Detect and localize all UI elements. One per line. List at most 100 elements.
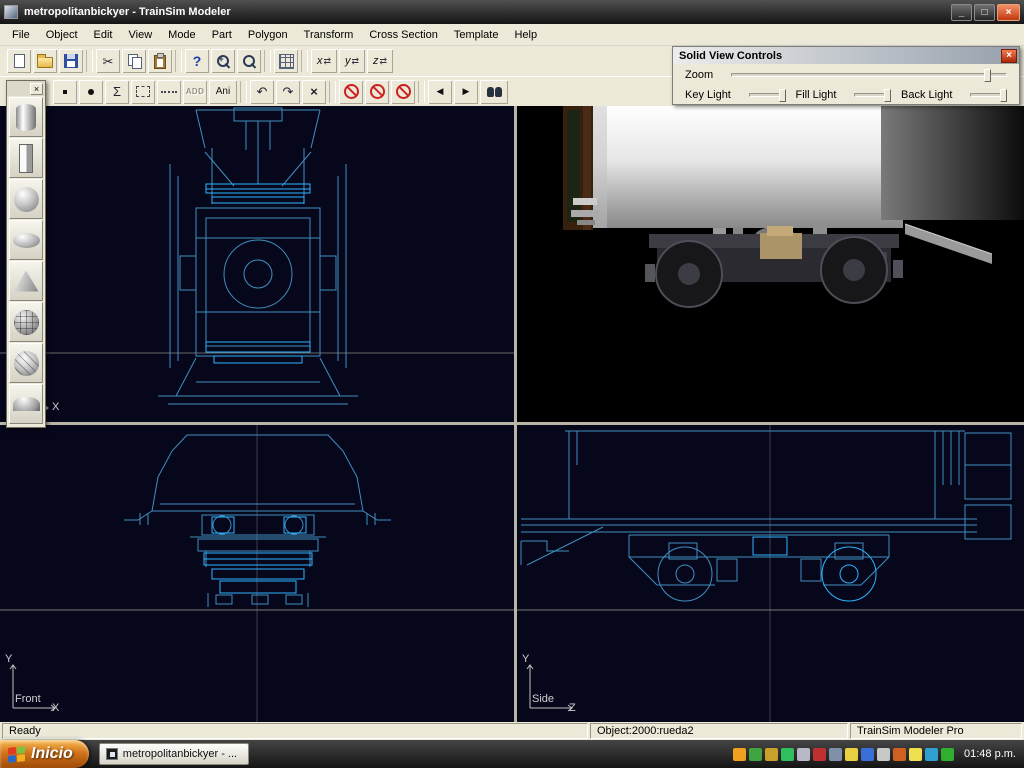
point-large-button[interactable] [79,80,103,104]
primitive-cone-button[interactable] [9,261,43,301]
shape-palette-close-button[interactable]: × [30,83,43,95]
zoom-slider-thumb[interactable] [984,69,991,82]
taskbar-task-trainsim[interactable]: metropolitanbickyer - ... [99,743,249,765]
axis-x-button[interactable]: x ⇄ [311,49,337,73]
tray-icon[interactable] [765,748,778,761]
help-button[interactable]: ? [185,49,209,73]
rotate-ccw-icon: ↶ [257,85,268,98]
primitive-sphere-button[interactable] [9,179,43,219]
fill-light-thumb[interactable] [884,89,891,102]
viewport-name-label: Front [15,693,41,705]
paste-button[interactable] [148,49,172,73]
next-button[interactable]: ▶ [454,80,478,104]
toolbar-separator [301,50,308,72]
menu-cross-section[interactable]: Cross Section [361,26,445,44]
rotate-ccw-button[interactable]: ↶ [250,80,274,104]
tray-icon[interactable] [925,748,938,761]
viewport-3d-render[interactable] [517,106,1024,422]
primitive-ellipsoid-button[interactable] [9,220,43,260]
copy-button[interactable] [122,49,146,73]
menu-edit[interactable]: Edit [86,26,121,44]
zoom-slider[interactable] [731,73,1007,77]
primitive-geosphere2-button[interactable] [9,343,43,383]
viewport-front[interactable]: Y Front X [0,425,514,722]
tray-icon[interactable] [733,748,746,761]
measure-button[interactable] [157,80,181,104]
save-button[interactable] [59,49,83,73]
viewport-axis-x-label: X [52,702,59,714]
shape-palette-titlebar[interactable]: × [7,81,45,96]
menu-object[interactable]: Object [38,26,86,44]
axis-y-button[interactable]: y ⇄ [339,49,365,73]
menu-mode[interactable]: Mode [160,26,204,44]
maximize-button[interactable]: □ [974,4,995,21]
primitive-geosphere-button[interactable] [9,302,43,342]
axis-z-button[interactable]: z ⇄ [367,49,393,73]
svc-close-button[interactable]: × [1001,49,1017,63]
trainsim-modeler-window: metropolitanbickyer - TrainSim Modeler _… [0,0,1024,768]
viewport-top-left[interactable]: X [0,106,514,422]
fill-light-slider[interactable] [854,93,891,97]
menu-view[interactable]: View [121,26,161,44]
grid-button[interactable] [274,49,298,73]
key-light-thumb[interactable] [779,89,786,102]
zoom-out-button[interactable] [237,49,261,73]
hide-3-button[interactable] [391,80,415,104]
point-small-button[interactable] [53,80,77,104]
viewport-axis-y-label: Y [522,653,529,665]
delete-button[interactable]: × [302,80,326,104]
menu-template[interactable]: Template [446,26,507,44]
start-button[interactable]: Inicio [0,740,89,768]
menu-polygon[interactable]: Polygon [240,26,296,44]
add-label: ADD [186,87,205,96]
app-icon [4,5,18,19]
close-button[interactable]: × [997,4,1020,21]
box-icon [19,144,33,173]
minimize-button[interactable]: _ [951,4,972,21]
toolbar-separator [264,50,271,72]
back-light-thumb[interactable] [1000,89,1007,102]
menu-transform[interactable]: Transform [296,26,362,44]
primitive-dome-button[interactable] [9,384,43,424]
select-marquee-button[interactable] [131,80,155,104]
shaded-render-drawing [517,106,1024,422]
tray-icon[interactable] [893,748,906,761]
menu-help[interactable]: Help [506,26,545,44]
animation-button[interactable]: Ani [209,80,237,104]
tray-icon[interactable] [877,748,890,761]
hide-1-button[interactable] [339,80,363,104]
svc-titlebar[interactable]: Solid View Controls × [673,47,1019,64]
viewport-side[interactable]: Y Side Z [517,425,1024,722]
help-question-icon: ? [193,53,202,69]
key-light-slider[interactable] [749,93,786,97]
plus-icon: + [219,54,224,64]
svc-zoom-row: Zoom [673,64,1019,85]
tray-icon[interactable] [749,748,762,761]
system-tray: 01:48 p.m. [725,740,1024,768]
sum-button[interactable]: Σ [105,80,129,104]
primitive-box-button[interactable] [9,138,43,178]
tray-icon[interactable] [861,748,874,761]
zoom-in-button[interactable]: + [211,49,235,73]
find-button[interactable] [480,80,508,104]
back-light-slider[interactable] [970,93,1007,97]
add-button[interactable]: ADD [183,80,207,104]
top-wireframe-drawing [0,106,514,422]
primitive-cylinder-button[interactable] [9,97,43,137]
new-button[interactable] [7,49,31,73]
tray-icon[interactable] [797,748,810,761]
tray-icon[interactable] [781,748,794,761]
tray-icon[interactable] [813,748,826,761]
menu-part[interactable]: Part [204,26,240,44]
previous-button[interactable]: ◀ [428,80,452,104]
task-label: metropolitanbickyer - ... [123,748,237,760]
tray-icon[interactable] [909,748,922,761]
tray-icon[interactable] [941,748,954,761]
menu-file[interactable]: File [4,26,38,44]
tray-icon[interactable] [829,748,842,761]
tray-icon[interactable] [845,748,858,761]
cut-button[interactable]: ✂ [96,49,120,73]
hide-2-button[interactable] [365,80,389,104]
open-button[interactable] [33,49,57,73]
rotate-cw-button[interactable]: ↷ [276,80,300,104]
